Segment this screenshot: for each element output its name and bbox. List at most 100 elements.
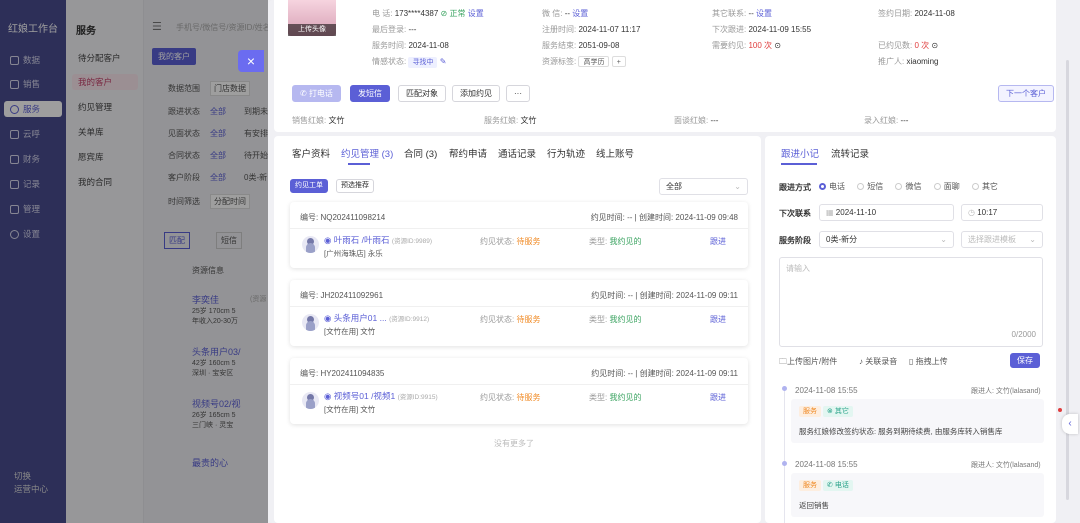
field-label: 推广人: — [878, 57, 905, 66]
meet-status-select[interactable]: 全部 ⌄ — [659, 178, 748, 195]
follow-up-link[interactable]: 跟进 — [710, 392, 726, 403]
field-label: 其它联系: — [712, 9, 747, 18]
template-select[interactable]: 选择跟进模板 ⌄ — [961, 231, 1043, 248]
chevron-down-icon: ⌄ — [734, 182, 741, 191]
upload-attachment-button[interactable]: 🗀上传图片/附件 — [779, 356, 837, 370]
add-tag-icon[interactable]: + — [611, 56, 626, 67]
drag-upload-label: 拖拽上传 — [915, 357, 948, 366]
tab-transfer-records[interactable]: 流转记录 — [831, 146, 869, 160]
detail-tabs-panel: 客户资料 约见管理 (3) 合同 (3) 帮约申请 通话记录 行为轨迹 线上账号… — [274, 136, 761, 523]
subtab-preselect[interactable]: 预选推荐 — [336, 179, 374, 193]
more-actions-button[interactable]: ··· — [506, 85, 530, 102]
meet-time: 约见时间: -- | 创建时间: 2024-11-09 09:11 — [591, 291, 738, 300]
sales-matchmaker: 文竹 — [328, 116, 345, 125]
field-label: 跟进方式 — [779, 183, 811, 192]
page-right-edge — [1068, 0, 1080, 523]
follow-up-link[interactable]: 跟进 — [710, 236, 726, 247]
status-badge: 待服务 — [516, 393, 541, 402]
subtab-meet-orders[interactable]: 约见工单 — [290, 179, 328, 193]
field-label: 服务时间: — [372, 41, 407, 50]
field-label: 面谈红娘: — [674, 116, 709, 125]
emotion-tag: 寻找中 — [408, 57, 438, 68]
type-value: 我约见的 — [609, 393, 642, 402]
status-label: 约见状态: — [480, 237, 515, 246]
match-object-button[interactable]: 匹配对象 — [398, 85, 446, 102]
phone-set-link[interactable]: 设置 — [468, 9, 484, 18]
verified-icon: ◉ — [324, 391, 332, 401]
radio-sms[interactable]: 短信 — [857, 181, 883, 192]
tab-contracts[interactable]: 合同 (3) — [404, 146, 437, 160]
help-icon[interactable]: ⊙ — [774, 41, 781, 50]
scrollbar[interactable] — [1066, 60, 1069, 500]
select-value: 0类-新分 — [826, 235, 858, 244]
tab-help-requests[interactable]: 帮约申请 — [449, 146, 487, 160]
sign-date-value: 2024-11-08 — [914, 9, 955, 18]
other-set-link[interactable]: 设置 — [756, 9, 772, 18]
active-tab-indicator — [781, 163, 817, 165]
follow-note-textarea[interactable]: 请输入 0/2000 — [779, 257, 1043, 347]
field-label: 资源标签: — [542, 57, 577, 66]
close-icon: × — [246, 53, 256, 69]
upload-avatar-button[interactable]: 上传头像 — [288, 24, 336, 36]
collapse-panel-button[interactable]: ‹ — [1062, 414, 1078, 434]
next-date-input[interactable]: ▦ 2024-11-10 — [819, 204, 954, 221]
log-entry: 服务 ⊗ 其它 服务红娘修改签约状态: 服务到期待续费, 由服务库转入销售库 — [791, 399, 1044, 443]
radio-other[interactable]: 其它 — [971, 181, 998, 192]
status-label: 约见状态: — [480, 315, 515, 324]
promoter-value: xiaoming — [906, 57, 939, 66]
tab-online-accounts[interactable]: 线上账号 — [596, 146, 634, 160]
call-button[interactable]: ✆ 打电话 — [292, 85, 341, 102]
service-stage-select[interactable]: 0类-新分 ⌄ — [819, 231, 954, 248]
radio-label: 其它 — [981, 182, 998, 191]
no-more-text: 没有更多了 — [494, 439, 534, 448]
log-tag-label: 其它 — [834, 408, 849, 415]
meet-time: 约见时间: -- | 创建时间: 2024-11-09 09:48 — [590, 213, 738, 222]
edit-icon[interactable]: ✎ — [440, 57, 447, 66]
meet-card[interactable]: 编号: NQ202411098214 约见时间: -- | 创建时间: 2024… — [290, 202, 748, 268]
timeline-dot — [782, 386, 787, 391]
follow-up-link[interactable]: 跟进 — [710, 314, 726, 325]
last-login-value: --- — [408, 25, 417, 34]
help-icon[interactable]: ⊙ — [931, 41, 938, 50]
shop-label: [广州海珠店] 永乐 — [324, 249, 383, 258]
other-contact-value: -- — [748, 9, 754, 18]
tab-behavior[interactable]: 行为轨迹 — [547, 146, 585, 160]
meet-partner-name[interactable]: 视频号01 /视频1 — [334, 391, 395, 401]
chevron-left-icon: ‹ — [1068, 418, 1072, 429]
link-audio-label: 关联录音 — [865, 357, 898, 366]
type-label: 类型: — [589, 393, 608, 402]
drag-upload-button[interactable]: ▯ 拖拽上传 — [909, 356, 948, 367]
radio-wechat[interactable]: 微信 — [895, 181, 921, 192]
meet-partner-name[interactable]: 叶雨石 /叶雨石 — [334, 235, 390, 245]
tab-meet-manage[interactable]: 约见管理 (3) — [341, 146, 393, 160]
log-tag: ⊗ 其它 — [823, 406, 853, 417]
next-time-input[interactable]: ◷ 10:17 — [961, 204, 1043, 221]
log-tag: 服务 — [799, 406, 821, 417]
other-icon: ⊗ — [827, 408, 833, 415]
meet-card[interactable]: 编号: JH202411092961 约见时间: -- | 创建时间: 2024… — [290, 280, 748, 346]
link-audio-button[interactable]: ♪ 关联录音 — [859, 356, 897, 367]
met-count-value: 0 次 — [914, 41, 930, 50]
field-label: 录入红娘: — [864, 116, 899, 125]
notification-dot — [1058, 408, 1062, 412]
modal-backdrop[interactable] — [0, 0, 268, 523]
call-label: 打电话 — [308, 89, 333, 98]
type-label: 类型: — [589, 315, 608, 324]
save-button[interactable]: 保存 — [1010, 353, 1040, 368]
tab-follow-notes[interactable]: 跟进小记 — [781, 146, 819, 160]
close-drawer-button[interactable]: × — [238, 50, 264, 72]
radio-phone[interactable]: 电话 — [819, 181, 845, 192]
entry-matchmaker: --- — [900, 116, 909, 125]
radio-label: 微信 — [905, 182, 922, 191]
meet-partner-name[interactable]: 头条用户01 ... — [334, 313, 387, 323]
send-sms-button[interactable]: 发短信 — [350, 85, 390, 102]
wechat-set-link[interactable]: 设置 — [572, 9, 588, 18]
verified-icon: ◉ — [324, 313, 332, 323]
meet-card[interactable]: 编号: HY202411094835 约见时间: -- | 创建时间: 2024… — [290, 358, 748, 424]
add-meeting-button[interactable]: 添加约见 — [452, 85, 500, 102]
radio-chat[interactable]: 面聊 — [933, 181, 960, 192]
next-customer-button[interactable]: 下一个客户 — [998, 85, 1054, 102]
status-badge: 待服务 — [516, 315, 541, 324]
tab-call-records[interactable]: 通话记录 — [498, 146, 536, 160]
tab-customer-profile[interactable]: 客户资料 — [292, 146, 330, 160]
